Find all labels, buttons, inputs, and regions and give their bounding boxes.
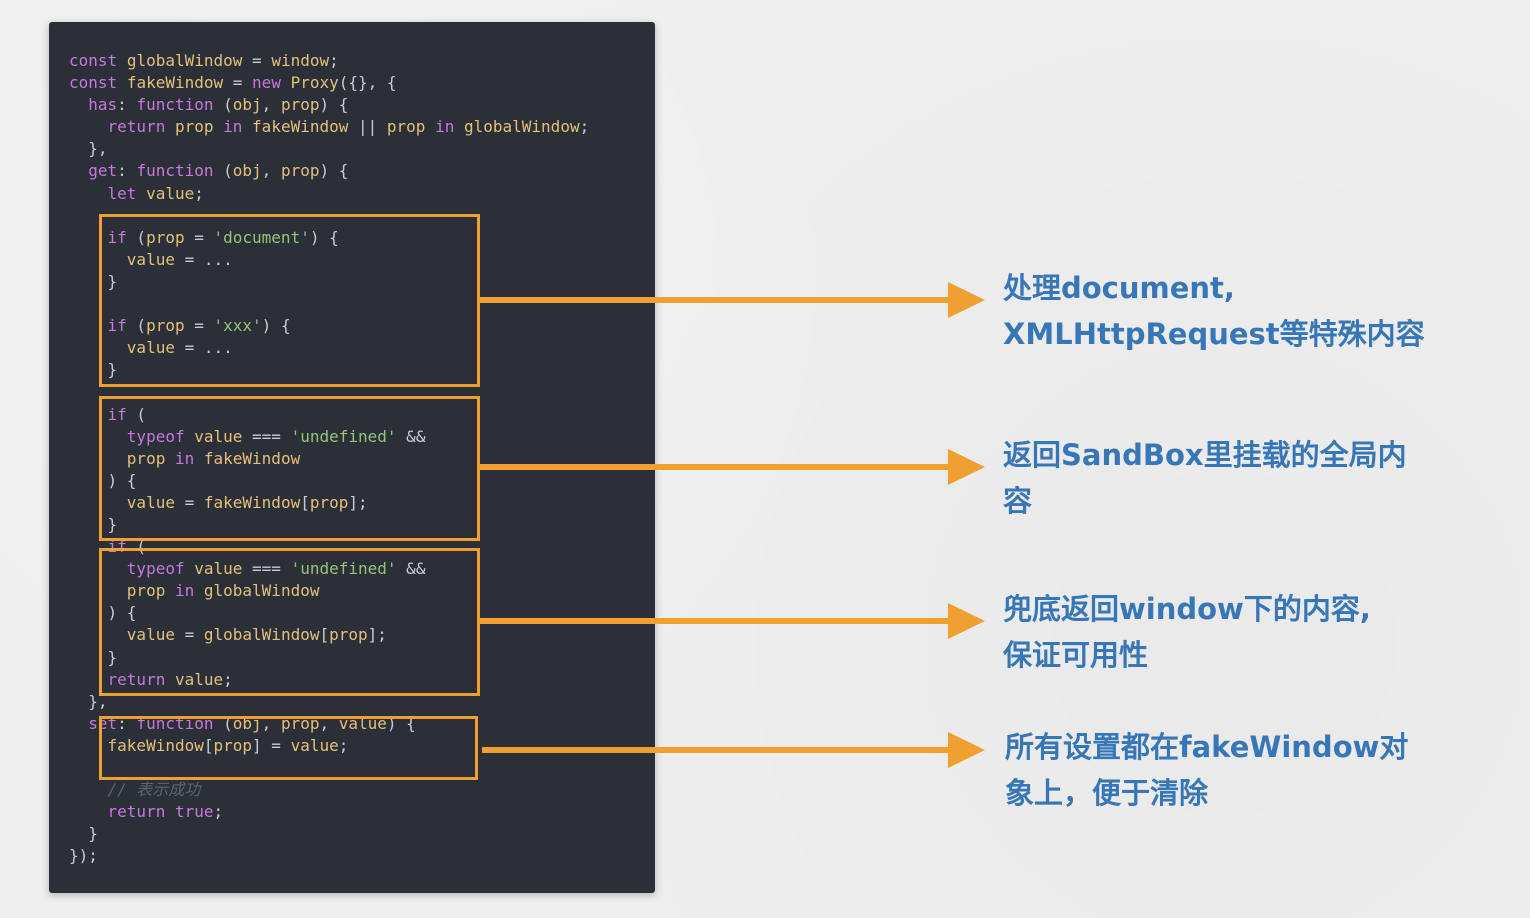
annotation-sandbox-globals: 返回SandBox里挂载的全局内 容 bbox=[1003, 438, 1407, 518]
code-line: ) { bbox=[69, 603, 137, 623]
code-line: if ( bbox=[107, 537, 147, 557]
code-line: value = globalWindow[prop]; bbox=[126, 625, 387, 645]
code-line: return prop in fakeWindow || prop in glo… bbox=[107, 117, 590, 137]
code-line: value = ... bbox=[126, 249, 233, 269]
code-line: get: function (obj, prop) { bbox=[88, 161, 349, 181]
code-line: }, bbox=[69, 691, 108, 711]
code-panel: const globalWindow = window; const fakeWi… bbox=[49, 22, 655, 893]
arrow-head-3 bbox=[948, 603, 985, 639]
code-line: return true; bbox=[107, 802, 224, 822]
code-line: fakeWindow[prop] = value; bbox=[107, 735, 349, 755]
code-line: const fakeWindow = new Proxy({}, { bbox=[69, 73, 397, 93]
code-line: typeof value === 'undefined' && bbox=[126, 559, 426, 579]
code-line: if (prop = 'document') { bbox=[107, 227, 339, 247]
code-line: }); bbox=[69, 846, 98, 866]
code-line: if (prop = 'xxx') { bbox=[107, 316, 291, 336]
code-line: return value; bbox=[107, 669, 233, 689]
annotation-set-on-fakewindow: 所有设置都在fakeWindow对 象上，便于清除 bbox=[1005, 730, 1409, 810]
code-line: set: function (obj, prop, value) { bbox=[88, 713, 416, 733]
code-line: if ( bbox=[107, 404, 147, 424]
code-line: } bbox=[69, 271, 118, 291]
code-line: } bbox=[69, 514, 118, 534]
arrow-head-4 bbox=[948, 732, 985, 768]
code-line: prop in globalWindow bbox=[126, 581, 320, 601]
code-line: const globalWindow = window; bbox=[69, 51, 339, 70]
code-line: has: function (obj, prop) { bbox=[88, 95, 349, 115]
code-line: } bbox=[69, 647, 118, 667]
code-line: typeof value === 'undefined' && bbox=[126, 426, 426, 446]
arrow-head-2 bbox=[948, 449, 985, 485]
code-line: }, bbox=[69, 139, 108, 159]
code-line: } bbox=[69, 824, 98, 844]
annotation-window-fallback: 兜底返回window下的内容, 保证可用性 bbox=[1003, 592, 1371, 672]
code-line: value = ... bbox=[126, 338, 233, 358]
code-block: const globalWindow = window; const fakeWi… bbox=[69, 50, 589, 867]
code-line: let value; bbox=[107, 183, 204, 203]
arrow-head-1 bbox=[948, 282, 985, 318]
annotation-special-cases: 处理document, XMLHttpRequest等特殊内容 bbox=[1003, 271, 1425, 351]
code-line: ) { bbox=[69, 470, 137, 490]
code-line: // 表示成功 bbox=[69, 780, 201, 800]
code-line: value = fakeWindow[prop]; bbox=[126, 492, 368, 512]
code-line: } bbox=[69, 360, 118, 380]
code-line: prop in fakeWindow bbox=[126, 448, 301, 468]
